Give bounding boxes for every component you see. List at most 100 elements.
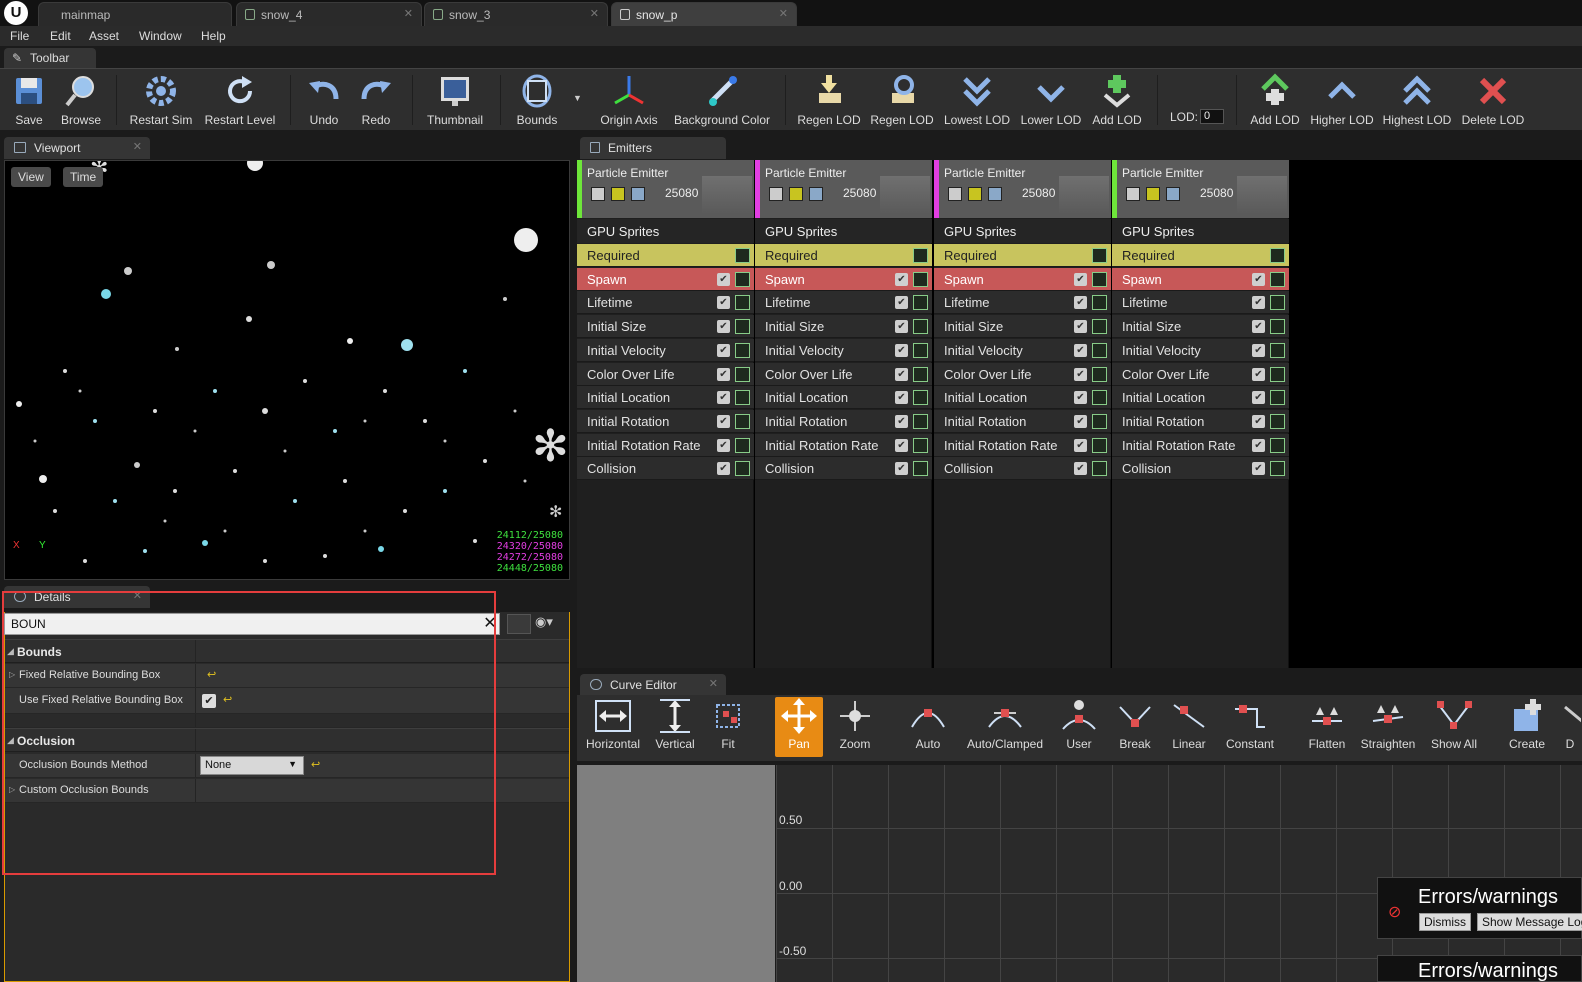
emitter-s-icon[interactable] (1166, 187, 1180, 201)
module-row[interactable]: Required (934, 244, 1111, 267)
curve-graph-icon[interactable] (735, 390, 750, 406)
emitter-header[interactable]: Particle Emitter 25080 (934, 160, 1111, 218)
menu-help[interactable]: Help (201, 29, 226, 43)
module-enable-checkbox[interactable]: ✔ (717, 272, 730, 286)
module-enable-checkbox[interactable]: ✔ (895, 438, 908, 452)
module-enable-checkbox[interactable]: ✔ (1252, 320, 1265, 334)
curve-graph-icon[interactable] (735, 437, 750, 453)
curve-graph-icon[interactable] (1270, 366, 1285, 382)
prop-custom-occlusion-bounds[interactable]: ▷ Custom Occlusion Bounds (5, 779, 569, 803)
curve-graph-icon[interactable] (1092, 366, 1107, 382)
module-row[interactable]: Initial Location ✔ (1112, 386, 1289, 410)
undo-button[interactable]: Undo (303, 73, 345, 129)
close-icon[interactable]: ✕ (779, 7, 788, 20)
reset-to-default-icon[interactable]: ↩ (207, 668, 216, 681)
module-enable-checkbox[interactable]: ✔ (1074, 367, 1087, 381)
tab-snow-p[interactable]: snow_p ✕ (611, 2, 797, 26)
curve-graph-icon[interactable] (913, 295, 928, 311)
close-icon[interactable]: ✕ (709, 677, 718, 690)
straighten-button[interactable]: Straighten (1357, 697, 1419, 757)
curve-graph-icon[interactable] (735, 295, 750, 311)
curve-graph-icon[interactable] (1270, 461, 1285, 477)
module-row[interactable]: Initial Rotation ✔ (577, 409, 754, 433)
module-row[interactable]: Initial Rotation ✔ (755, 409, 932, 433)
module-row[interactable]: Initial Rotation Rate ✔ (755, 433, 932, 457)
prop-fixed-relative-bbox[interactable]: ▷ Fixed Relative Bounding Box ↩ (5, 664, 569, 688)
column-splitter[interactable] (195, 688, 196, 713)
module-row[interactable]: Collision ✔ (934, 457, 1111, 481)
module-enable-checkbox[interactable]: ✔ (717, 320, 730, 334)
emitter-type[interactable]: GPU Sprites (1112, 219, 1289, 243)
constant-tangent-button[interactable]: Constant (1221, 697, 1279, 757)
tab-details[interactable]: Details ✕ (4, 586, 150, 608)
module-enable-checkbox[interactable]: ✔ (1074, 391, 1087, 405)
module-row[interactable]: Initial Velocity ✔ (577, 338, 754, 362)
module-enable-checkbox[interactable]: ✔ (895, 320, 908, 334)
tab-mainmap[interactable]: mainmap (38, 2, 232, 26)
menu-window[interactable]: Window (139, 29, 182, 43)
module-enable-checkbox[interactable]: ✔ (895, 272, 908, 286)
emitter-s-icon[interactable] (809, 187, 823, 201)
emitter-header[interactable]: Particle Emitter 25080 (577, 160, 754, 218)
add-lod-higher-button[interactable]: Add LOD (1248, 73, 1302, 129)
emitter-s-icon[interactable] (988, 187, 1002, 201)
emitter-column[interactable]: Particle Emitter 25080 GPU Sprites Required… (1112, 160, 1289, 668)
module-row[interactable]: Spawn ✔ (1112, 267, 1289, 291)
reset-to-default-icon[interactable]: ↩ (223, 693, 232, 706)
module-enable-checkbox[interactable]: ✔ (1074, 414, 1087, 428)
regen-lod-button[interactable]: Regen LOD (797, 73, 861, 129)
save-button[interactable]: Save (8, 73, 50, 129)
module-enable-checkbox[interactable]: ✔ (717, 414, 730, 428)
redo-button[interactable]: Redo (355, 73, 397, 129)
curve-graph[interactable] (776, 765, 1582, 982)
property-matrix-button[interactable] (507, 614, 531, 634)
reset-to-default-icon[interactable]: ↩ (311, 758, 320, 771)
curve-graph-icon[interactable] (913, 248, 928, 263)
module-row[interactable]: Color Over Life ✔ (934, 362, 1111, 386)
time-button[interactable]: Time (63, 167, 104, 187)
module-row[interactable]: Spawn ✔ (934, 267, 1111, 291)
emitter-column[interactable]: Particle Emitter 25080 GPU Sprites Required… (577, 160, 754, 668)
close-icon[interactable]: ✕ (133, 589, 142, 602)
lowest-lod-button[interactable]: Lowest LOD (943, 73, 1011, 129)
emitter-header[interactable]: Particle Emitter 25080 (755, 160, 932, 218)
curve-graph-icon[interactable] (1270, 295, 1285, 311)
menu-edit[interactable]: Edit (50, 29, 71, 43)
show-message-log-button[interactable]: Show Message Log (1477, 913, 1582, 931)
module-enable-checkbox[interactable]: ✔ (895, 296, 908, 310)
expand-triangle-icon[interactable]: ▷ (9, 670, 15, 679)
create-button[interactable]: Create (1503, 697, 1551, 757)
delete-curve-button[interactable]: D (1559, 697, 1581, 757)
category-bounds[interactable]: ◢ Bounds (5, 639, 569, 663)
prop-occlusion-bounds-method[interactable]: Occlusion Bounds Method None ▼ ↩ (5, 754, 569, 778)
user-tangent-button[interactable]: User (1057, 697, 1101, 757)
module-enable-checkbox[interactable]: ✔ (1252, 438, 1265, 452)
module-row[interactable]: Lifetime ✔ (1112, 291, 1289, 315)
module-enable-checkbox[interactable]: ✔ (1252, 414, 1265, 428)
module-row[interactable]: Initial Velocity ✔ (1112, 338, 1289, 362)
curve-graph-icon[interactable] (1092, 461, 1107, 477)
dismiss-button[interactable]: Dismiss (1419, 913, 1471, 931)
regen-lod-duplicate-button[interactable]: Regen LOD (870, 73, 934, 129)
module-enable-checkbox[interactable]: ✔ (1074, 343, 1087, 357)
emitter-header[interactable]: Particle Emitter 25080 (1112, 160, 1289, 218)
restart-sim-button[interactable]: Restart Sim (128, 73, 194, 129)
curve-graph-icon[interactable] (913, 461, 928, 477)
auto-clamped-button[interactable]: Auto/Clamped (961, 697, 1049, 757)
module-row[interactable]: Initial Size ✔ (577, 315, 754, 339)
emitter-solo-icon[interactable] (1146, 187, 1160, 201)
curve-list[interactable] (577, 765, 775, 982)
flatten-button[interactable]: Flatten (1303, 697, 1351, 757)
module-row[interactable]: Color Over Life ✔ (755, 362, 932, 386)
curve-graph-icon[interactable] (1092, 271, 1107, 287)
curve-graph-icon[interactable] (1270, 437, 1285, 453)
expand-triangle-icon[interactable]: ▷ (9, 785, 15, 794)
module-enable-checkbox[interactable]: ✔ (1252, 391, 1265, 405)
toolbar-tab[interactable]: ✎ Toolbar (4, 48, 96, 68)
menu-file[interactable]: File (10, 29, 29, 43)
emitter-enable-checkbox[interactable] (591, 187, 605, 201)
use-fixed-bbox-checkbox[interactable]: ✔ (202, 694, 216, 708)
curve-graph-icon[interactable] (1270, 390, 1285, 406)
column-splitter[interactable] (195, 729, 196, 751)
module-row[interactable]: Initial Rotation ✔ (1112, 409, 1289, 433)
